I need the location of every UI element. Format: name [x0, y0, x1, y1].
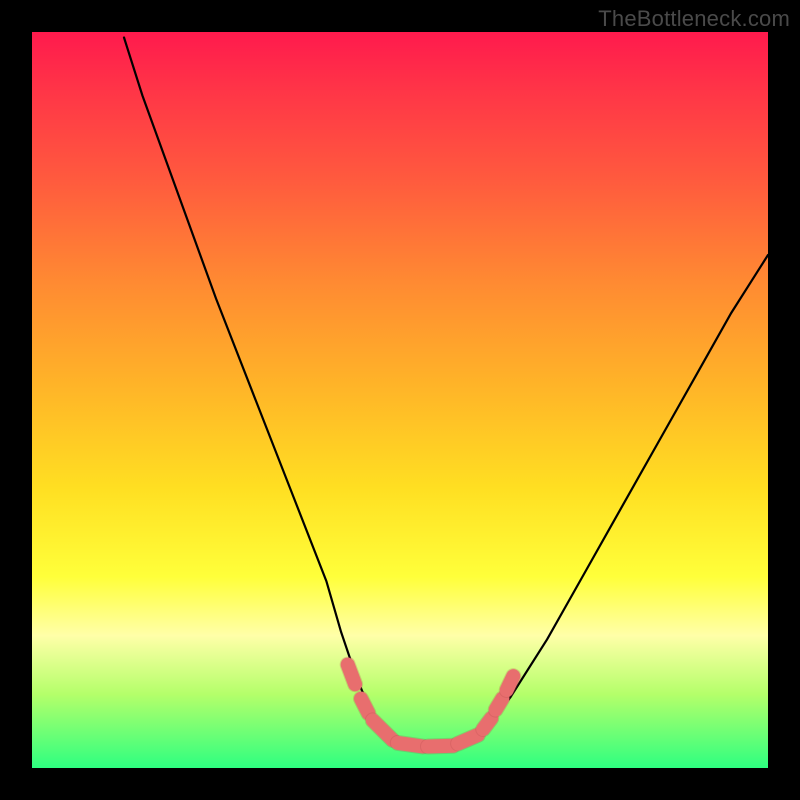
valley-marker	[507, 676, 514, 690]
bottleneck-curve	[124, 38, 768, 749]
chart-frame: TheBottleneck.com	[0, 0, 800, 800]
valley-marker	[361, 699, 368, 714]
chart-svg	[32, 32, 768, 768]
plot-area	[32, 32, 768, 768]
valley-marker	[428, 746, 453, 747]
valley-markers	[348, 665, 514, 747]
valley-marker	[496, 699, 503, 710]
valley-marker	[458, 735, 478, 744]
valley-marker	[398, 743, 423, 747]
valley-marker	[348, 665, 355, 685]
watermark-text: TheBottleneck.com	[598, 6, 790, 32]
valley-marker	[373, 720, 393, 740]
valley-marker	[483, 718, 491, 729]
